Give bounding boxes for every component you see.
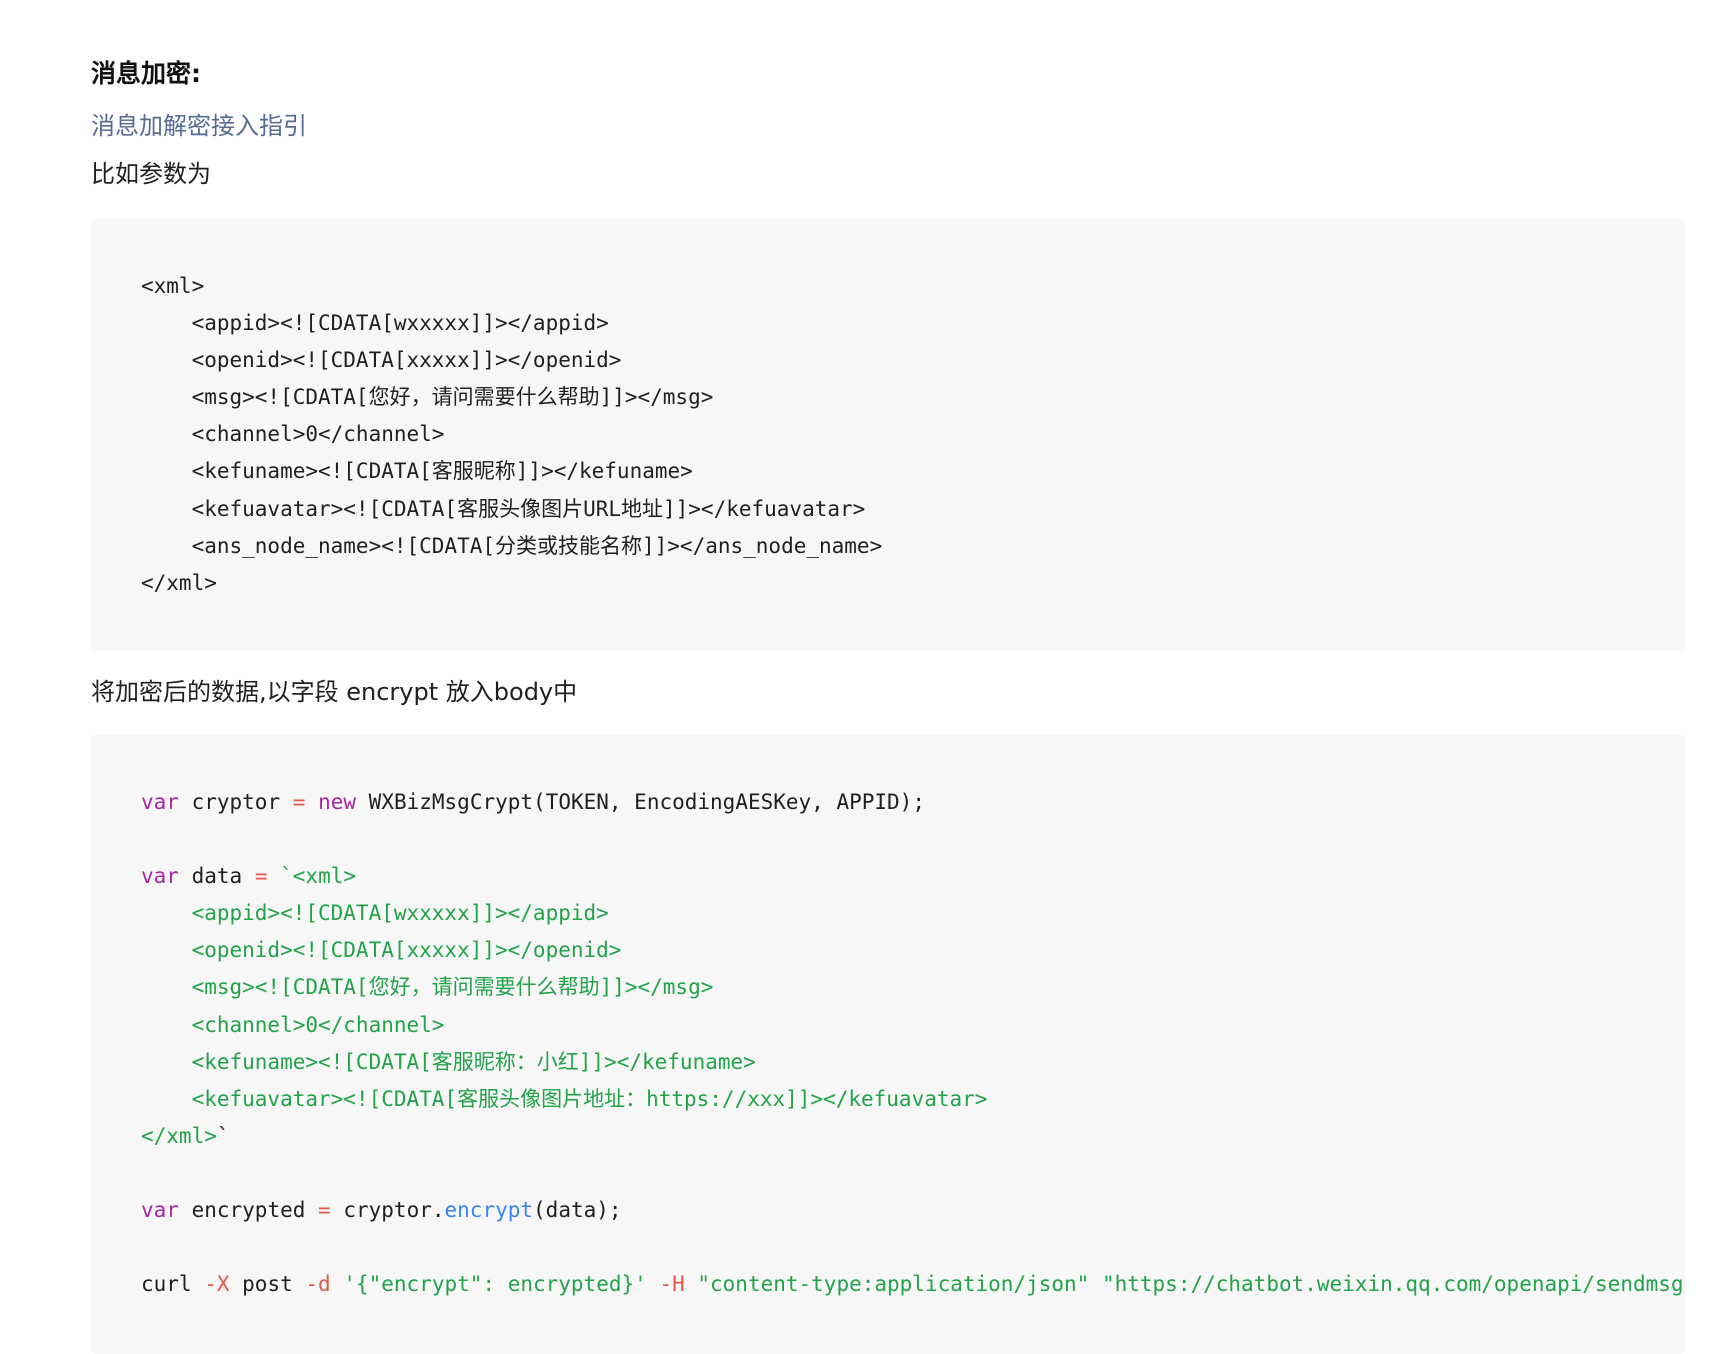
template-string: </xml> bbox=[141, 1123, 217, 1148]
keyword: var bbox=[141, 1198, 179, 1223]
curl-method: post bbox=[229, 1272, 306, 1297]
code-line: <appid><![CDATA[wxxxxx]]></appid> bbox=[141, 311, 609, 336]
identifier: encrypted bbox=[191, 1198, 306, 1223]
code-line: <xml> bbox=[141, 274, 205, 298]
xml-code-block: <xml> <appid><![CDATA[wxxxxx]]></appid> … bbox=[91, 218, 1685, 651]
code-line-curl: curl -X post -d '{"encrypt": encrypted}'… bbox=[141, 1266, 1685, 1303]
operator: = bbox=[292, 790, 306, 814]
code-line-string: <openid><![CDATA[xxxxx]]></openid> bbox=[141, 938, 622, 963]
identifier: data bbox=[191, 864, 243, 889]
code-line: <msg><![CDATA[您好，请问需要什么帮助]]></msg> bbox=[141, 385, 714, 410]
code-line: <ans_node_name><![CDATA[分类或技能名称]]></ans_… bbox=[141, 533, 883, 558]
method-name: encrypt bbox=[444, 1198, 534, 1223]
code-line-string-end: </xml>` bbox=[141, 1118, 1685, 1155]
code-line-string: <channel>0</channel> bbox=[141, 1012, 445, 1037]
code-line: <openid><![CDATA[xxxxx]]></openid> bbox=[141, 348, 622, 373]
curl-flag: -d bbox=[305, 1272, 331, 1297]
object-ref: cryptor. bbox=[343, 1198, 445, 1223]
curl-url-string: "https://chatbot.weixin.qq.com/openapi/s… bbox=[1101, 1272, 1685, 1297]
js-code: var cryptor = new WXBizMsgCrypt(TOKEN, E… bbox=[141, 784, 1685, 1303]
operator: = bbox=[254, 864, 268, 889]
curl-flag: -X bbox=[204, 1272, 230, 1297]
code-line-string: <appid><![CDATA[wxxxxx]]></appid> bbox=[141, 901, 609, 926]
curl-data-string: '{"encrypt": encrypted}' bbox=[343, 1272, 647, 1297]
code-line: <kefuname><![CDATA[客服昵称]]></kefuname> bbox=[141, 459, 693, 484]
code-line-string: <kefuavatar><![CDATA[客服头像图片地址：https://xx… bbox=[141, 1086, 988, 1111]
section-heading: 消息加密: bbox=[91, 59, 201, 88]
keyword: var bbox=[141, 864, 179, 889]
code-line-cryptor: var cryptor = new WXBizMsgCrypt(TOKEN, E… bbox=[141, 784, 1685, 821]
backtick: ` bbox=[216, 1123, 230, 1148]
template-string: `<xml> bbox=[280, 864, 356, 889]
operator: = bbox=[318, 1198, 331, 1223]
identifier: cryptor bbox=[191, 790, 281, 814]
code-line-encrypt: var encrypted = cryptor.encrypt(data); bbox=[141, 1192, 1685, 1229]
keyword: new bbox=[318, 790, 357, 814]
code-line: <channel>0</channel> bbox=[141, 422, 445, 447]
encryption-guide-link[interactable]: 消息加解密接入指引 bbox=[91, 106, 307, 146]
code-line: </xml> bbox=[141, 570, 217, 595]
code-line-string: <kefuname><![CDATA[客服昵称：小红]]></kefuname> bbox=[141, 1049, 756, 1074]
keyword: var bbox=[141, 790, 179, 814]
curl-flag: -H bbox=[659, 1272, 685, 1297]
curl-header-string: "content-type:application/json" bbox=[697, 1272, 1090, 1297]
intro-paragraph: 比如参数为 bbox=[91, 160, 211, 188]
code-line-string: <msg><![CDATA[您好，请问需要什么帮助]]></msg> bbox=[141, 975, 714, 1000]
encrypt-body-paragraph: 将加密后的数据,以字段 encrypt 放入body中 bbox=[91, 678, 578, 706]
curl-command: curl bbox=[141, 1272, 205, 1297]
constructor-call: WXBizMsgCrypt(TOKEN, EncodingAESKey, APP… bbox=[368, 790, 925, 814]
xml-code: <xml> <appid><![CDATA[wxxxxx]]></appid> … bbox=[141, 268, 882, 602]
call-args: (data); bbox=[533, 1198, 622, 1223]
code-line: <kefuavatar><![CDATA[客服头像图片URL地址]]></kef… bbox=[141, 496, 866, 521]
js-code-block: var cryptor = new WXBizMsgCrypt(TOKEN, E… bbox=[91, 734, 1685, 1354]
code-line-data: var data = `<xml> bbox=[141, 858, 1685, 895]
